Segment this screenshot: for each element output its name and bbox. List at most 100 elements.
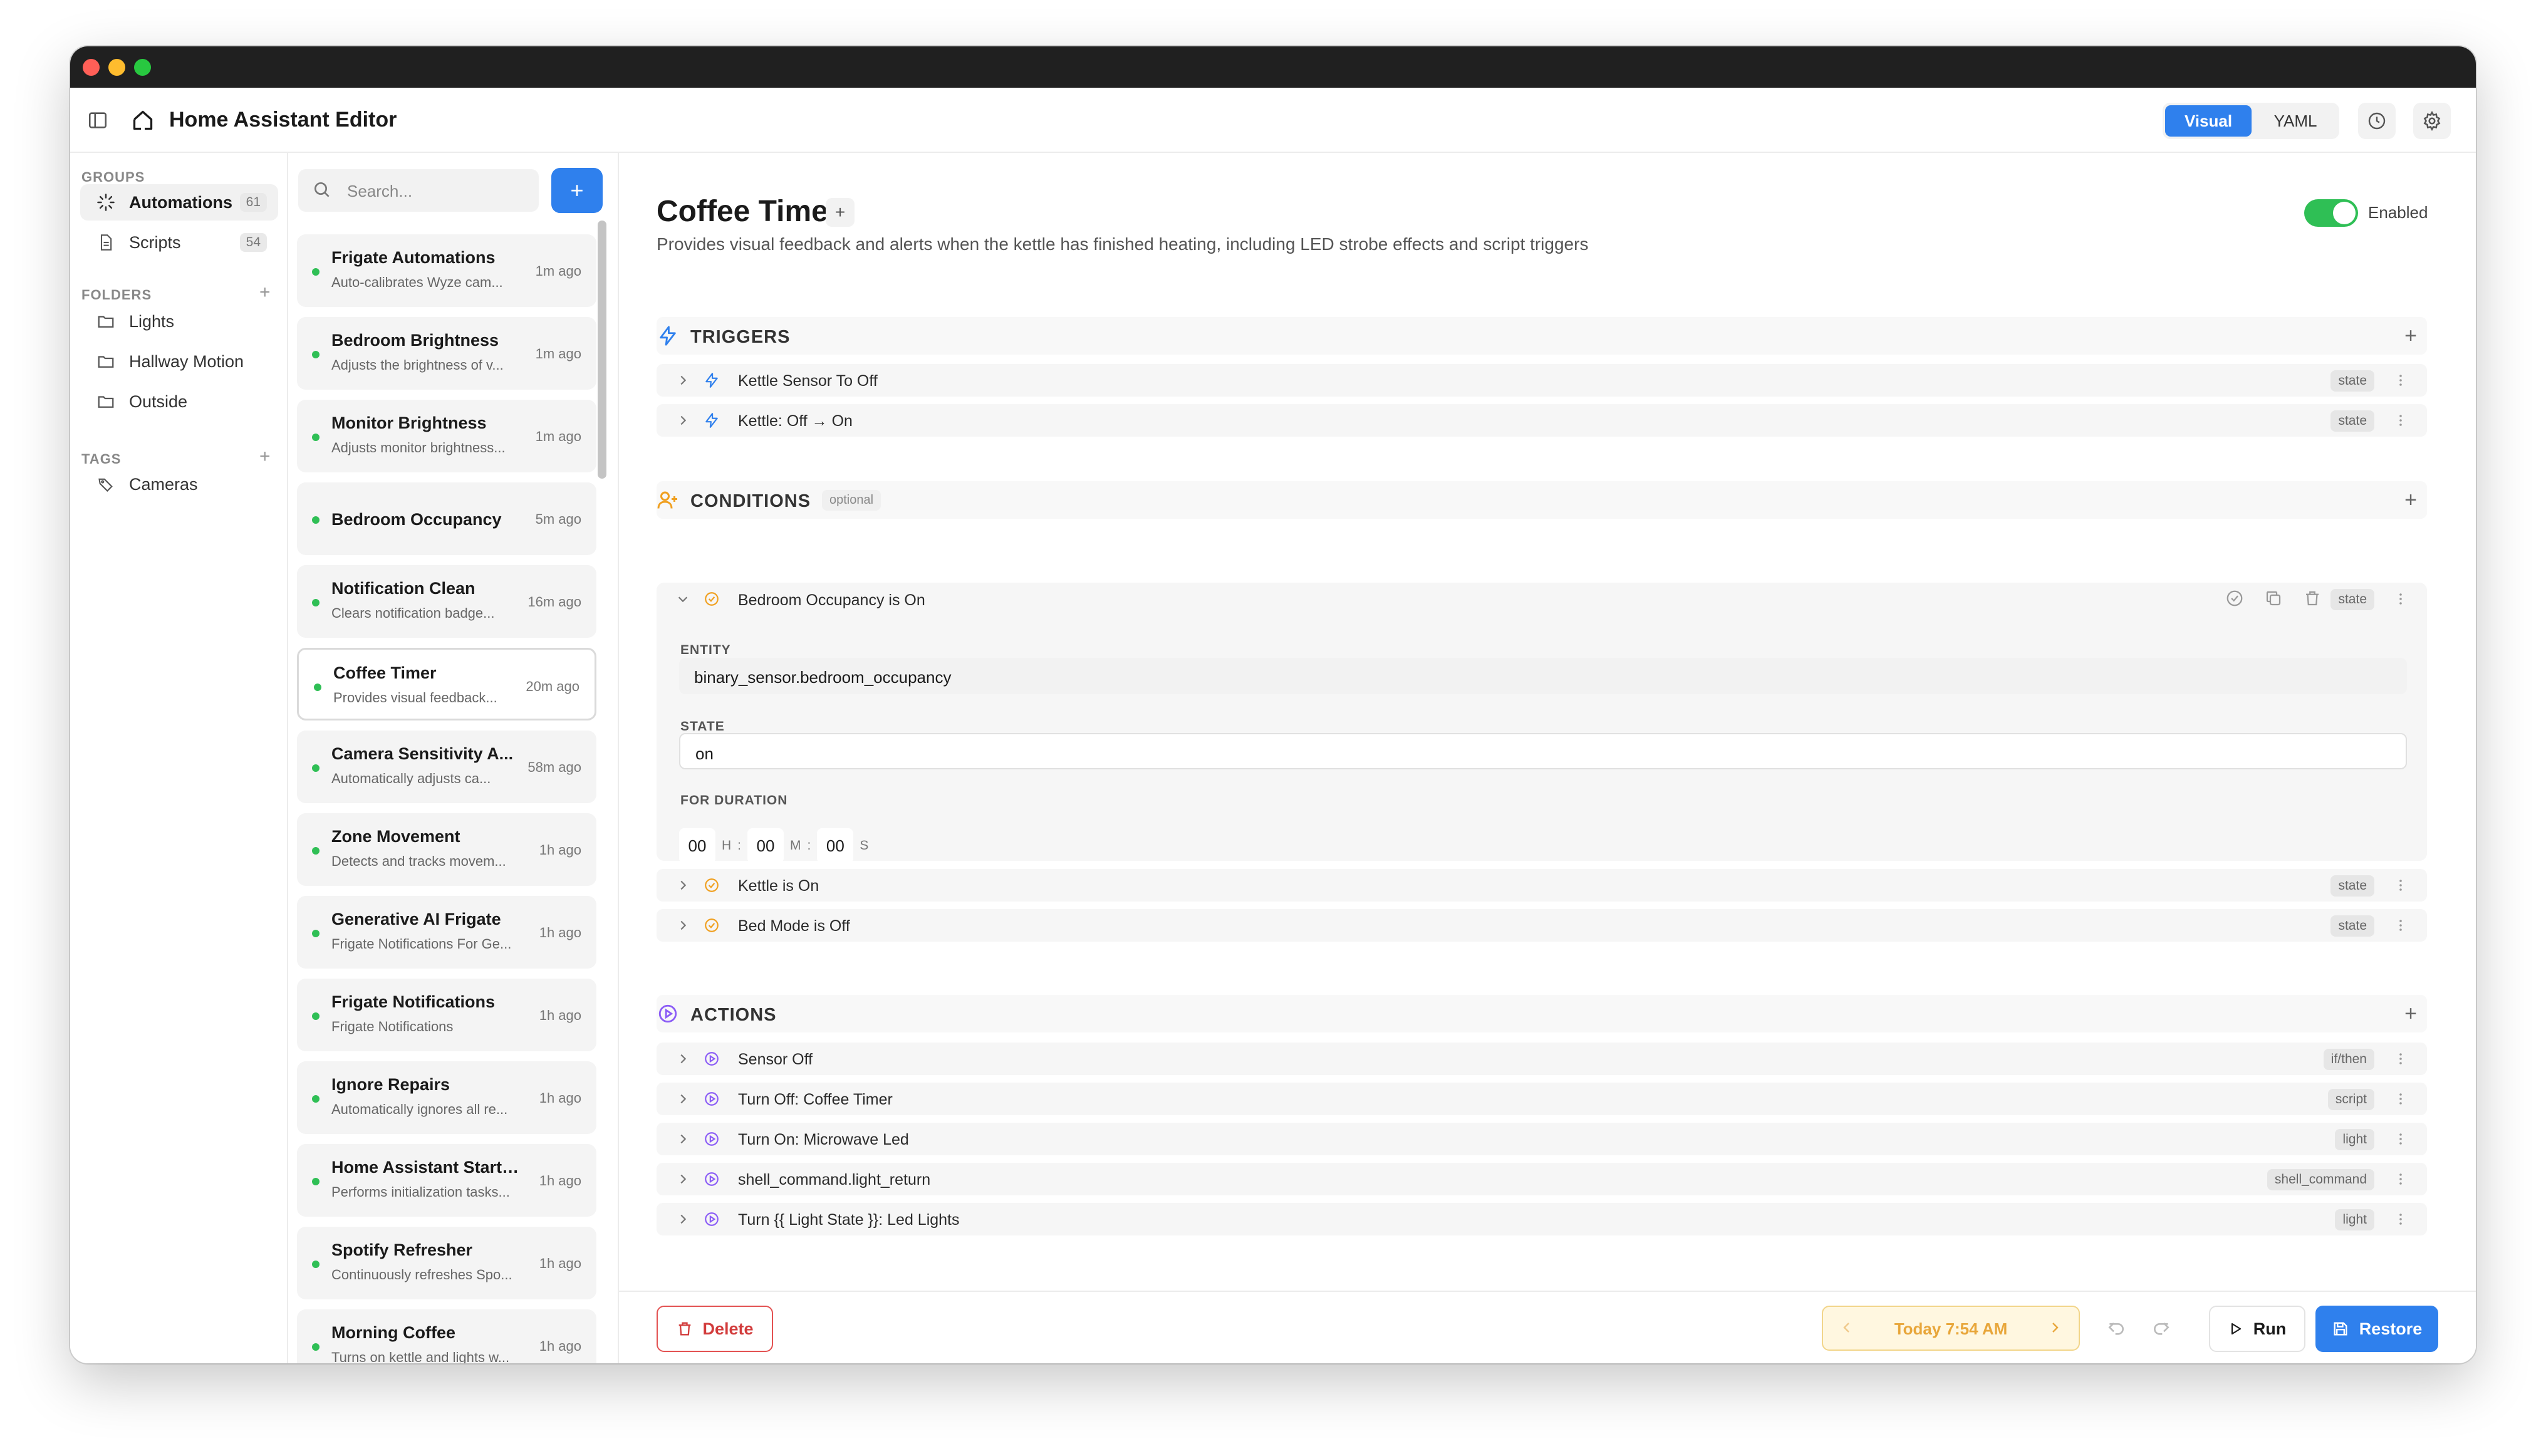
add-automation-button[interactable]: + <box>551 168 603 213</box>
trigger-row[interactable]: Kettle: Off → On state <box>657 404 2427 437</box>
seconds-input[interactable]: 00 <box>817 828 854 863</box>
history-button[interactable] <box>2358 103 2396 139</box>
redo-icon[interactable] <box>2149 1316 2174 1341</box>
history-navigator[interactable]: Today 7:54 AM <box>1822 1306 2080 1351</box>
condition-row[interactable]: Bed Mode is Off state <box>657 909 2427 942</box>
sidebar-item-hallway-motion[interactable]: Hallway Motion <box>80 343 278 380</box>
add-tag-button[interactable]: + <box>826 198 855 227</box>
hours-input[interactable]: 00 <box>679 828 715 863</box>
add-condition-button[interactable]: + <box>2394 484 2427 516</box>
sidebar-item-cameras[interactable]: Cameras <box>80 466 278 502</box>
item-description: Provides visual feedback... <box>333 690 497 705</box>
copy-icon[interactable] <box>2264 589 2283 611</box>
list-item[interactable]: Generative AI Frigate Frigate Notificati… <box>297 896 596 969</box>
more-vertical-icon[interactable] <box>2391 1089 2411 1109</box>
sidebar-toggle-icon[interactable] <box>85 108 110 133</box>
visual-tab[interactable]: Visual <box>2165 105 2252 137</box>
add-tag-icon[interactable]: + <box>259 447 271 466</box>
list-item[interactable]: Zone Movement Detects and tracks movem..… <box>297 813 596 886</box>
chevron-right-icon[interactable] <box>673 1169 693 1189</box>
chevron-right-icon[interactable] <box>673 875 693 895</box>
list-scrollbar[interactable] <box>598 221 606 479</box>
maximize-window-button[interactable] <box>134 59 151 76</box>
trash-icon[interactable] <box>2303 589 2322 611</box>
enabled-toggle[interactable] <box>2304 199 2358 227</box>
action-row[interactable]: Sensor Off if/then <box>657 1043 2427 1075</box>
list-item[interactable]: Spotify Refresher Continuously refreshes… <box>297 1227 596 1299</box>
item-time: 16m ago <box>527 594 581 610</box>
chevron-right-icon[interactable] <box>673 1089 693 1109</box>
close-window-button[interactable] <box>83 59 100 76</box>
more-vertical-icon[interactable] <box>2391 410 2411 430</box>
chevron-right-icon[interactable] <box>673 1129 693 1149</box>
more-vertical-icon[interactable] <box>2391 915 2411 935</box>
chevron-right-icon[interactable] <box>673 1209 693 1229</box>
more-vertical-icon[interactable] <box>2391 370 2411 390</box>
sidebar-item-automations[interactable]: Automations 61 <box>80 184 278 221</box>
test-condition-icon[interactable] <box>2225 589 2244 611</box>
list-item[interactable]: Bedroom Occupancy 5m ago <box>297 482 596 555</box>
sidebar-item-scripts[interactable]: Scripts 54 <box>80 224 278 261</box>
delete-button[interactable]: Delete <box>657 1306 773 1352</box>
list-item[interactable]: Morning Coffee Turns on kettle and light… <box>297 1309 596 1363</box>
status-dot <box>312 847 320 855</box>
trigger-row[interactable]: Kettle Sensor To Off state <box>657 364 2427 397</box>
add-folder-icon[interactable]: + <box>259 283 271 302</box>
chevron-right-icon[interactable] <box>2047 1318 2062 1341</box>
chevron-down-icon[interactable] <box>673 589 693 609</box>
entity-field[interactable]: binary_sensor.bedroom_occupancy <box>679 658 2407 694</box>
more-vertical-icon[interactable] <box>2391 589 2411 609</box>
more-vertical-icon[interactable] <box>2391 1169 2411 1189</box>
toggle-knob <box>2333 202 2356 224</box>
minutes-input[interactable]: 00 <box>747 828 784 863</box>
check-circle-icon <box>702 915 722 935</box>
search-input[interactable]: Search... <box>298 169 539 212</box>
action-row[interactable]: shell_command.light_return shell_command <box>657 1163 2427 1195</box>
add-action-button[interactable]: + <box>2394 997 2427 1030</box>
list-item[interactable]: Monitor Brightness Adjusts monitor brigh… <box>297 400 596 472</box>
automation-title[interactable]: Coffee Timer <box>657 194 840 229</box>
condition-row[interactable]: Kettle is On state <box>657 869 2427 902</box>
list-item[interactable]: Camera Sensitivity A... Automatically ad… <box>297 731 596 803</box>
item-time: 58m ago <box>527 759 581 775</box>
condition-label: Bedroom Occupancy is On <box>738 591 925 609</box>
sidebar-item-lights[interactable]: Lights <box>80 303 278 340</box>
list-item-selected[interactable]: Coffee Timer Provides visual feedback...… <box>297 648 596 720</box>
yaml-tab[interactable]: YAML <box>2254 105 2337 137</box>
run-button[interactable]: Run <box>2209 1306 2305 1352</box>
action-row[interactable]: Turn On: Microwave Led light <box>657 1123 2427 1155</box>
more-vertical-icon[interactable] <box>2391 1129 2411 1149</box>
chevron-right-icon[interactable] <box>673 370 693 390</box>
list-item[interactable]: Home Assistant Started! Performs initial… <box>297 1144 596 1217</box>
sidebar-item-label: Automations <box>129 192 232 212</box>
chevron-right-icon[interactable] <box>673 410 693 430</box>
more-vertical-icon[interactable] <box>2391 1209 2411 1229</box>
settings-button[interactable] <box>2413 103 2451 139</box>
restore-button[interactable]: Restore <box>2315 1306 2438 1352</box>
triggers-section-header: TRIGGERS + <box>657 317 2427 355</box>
state-field[interactable]: on <box>679 733 2407 769</box>
list-item[interactable]: Frigate Notifications Frigate Notificati… <box>297 979 596 1051</box>
action-row[interactable]: Turn {{ Light State }}: Led Lights light <box>657 1203 2427 1235</box>
undo-icon[interactable] <box>2104 1316 2129 1341</box>
item-time: 20m ago <box>526 679 579 694</box>
entity-label: ENTITY <box>680 643 731 657</box>
sidebar-item-outside[interactable]: Outside <box>80 383 278 420</box>
list-item[interactable]: Ignore Repairs Automatically ignores all… <box>297 1061 596 1134</box>
list-item[interactable]: Bedroom Brightness Adjusts the brightnes… <box>297 317 596 390</box>
list-item[interactable]: Frigate Automations Auto-calibrates Wyze… <box>297 234 596 307</box>
chevron-right-icon[interactable] <box>673 915 693 935</box>
action-label: Sensor Off <box>738 1051 813 1068</box>
list-item[interactable]: Notification Clean Clears notification b… <box>297 565 596 638</box>
automation-list: Search... + Frigate Automations Auto-cal… <box>288 153 619 1363</box>
add-trigger-button[interactable]: + <box>2394 320 2427 352</box>
automation-description[interactable]: Provides visual feedback and alerts when… <box>657 234 1588 254</box>
more-vertical-icon[interactable] <box>2391 1049 2411 1069</box>
minimize-window-button[interactable] <box>108 59 125 76</box>
more-vertical-icon[interactable] <box>2391 875 2411 895</box>
sidebar-item-label: Scripts <box>129 232 181 252</box>
action-row[interactable]: Turn Off: Coffee Timer script <box>657 1083 2427 1115</box>
type-badge: light <box>2335 1209 2374 1230</box>
chevron-right-icon[interactable] <box>673 1049 693 1069</box>
item-name: Coffee Timer <box>333 663 437 682</box>
